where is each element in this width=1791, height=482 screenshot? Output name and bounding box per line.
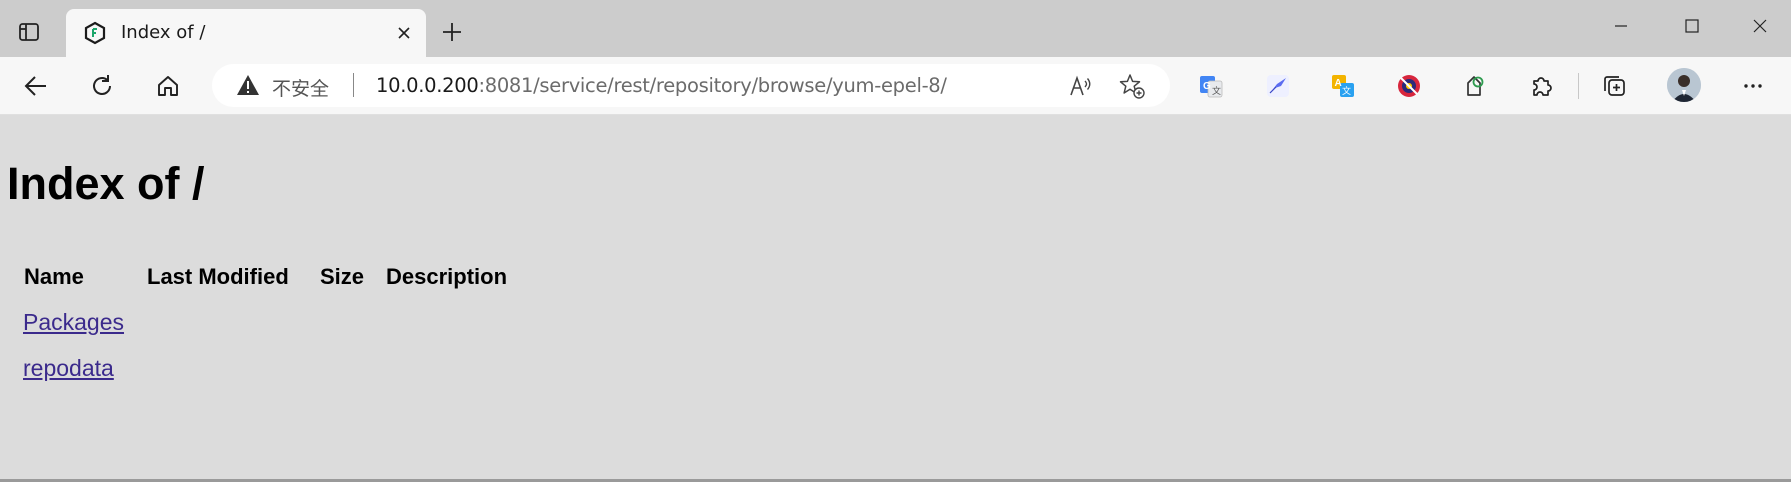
refresh-button[interactable] (83, 67, 121, 105)
profile-avatar[interactable] (1667, 68, 1701, 102)
feather-extension[interactable] (1261, 69, 1295, 103)
toolbar-divider (1578, 73, 1579, 99)
svg-text:文: 文 (1212, 85, 1221, 96)
refresh-icon (93, 75, 111, 95)
column-header-description: Description (386, 264, 508, 289)
home-button[interactable] (149, 67, 187, 105)
blocked-extension[interactable] (1392, 69, 1426, 103)
close-window-icon (1753, 19, 1767, 33)
maximize-icon (1685, 19, 1699, 33)
extensions-puzzle-icon (1533, 77, 1552, 96)
new-tab-button[interactable] (436, 16, 468, 48)
maximize-button[interactable] (1667, 10, 1717, 42)
favorite-star-add-icon (1119, 74, 1145, 99)
url-path: :8081/service/rest/repository/browse/yum… (478, 74, 947, 97)
more-horizontal-icon (1744, 84, 1762, 88)
translate-extension[interactable]: A 文 (1326, 69, 1360, 103)
plus-icon (443, 23, 461, 41)
translate-extension-icon: A 文 (1332, 75, 1354, 97)
column-header-size: Size (320, 264, 365, 289)
google-translate-icon: G 文 (1200, 76, 1223, 98)
svg-text:文: 文 (1342, 85, 1351, 97)
minimize-button[interactable] (1596, 10, 1646, 42)
home-icon (158, 76, 178, 96)
tag-extension-icon (1467, 76, 1484, 96)
tab-actions-icon (19, 23, 39, 41)
url-host: 10.0.0.200 (376, 74, 479, 97)
user-avatar-icon (1667, 68, 1701, 102)
back-button[interactable] (17, 67, 55, 105)
collections-icon (1604, 76, 1625, 96)
settings-more-button[interactable] (1736, 69, 1770, 103)
column-header-name: Name (24, 264, 84, 289)
collections-button[interactable] (1597, 69, 1631, 103)
tab-actions-button[interactable] (14, 17, 44, 47)
column-header-last-modified: Last Modified (147, 264, 289, 289)
extensions-button[interactable] (1524, 69, 1558, 103)
security-status-label[interactable]: 不安全 (272, 74, 329, 101)
tab-strip: Index of / (0, 0, 1791, 57)
nexus-repository-icon (84, 21, 106, 45)
tab-title: Index of / (121, 22, 206, 43)
read-aloud-button[interactable] (1065, 70, 1097, 102)
browser-toolbar: 不安全 10.0.0.200:8081/service/rest/reposit… (0, 57, 1791, 115)
feather-extension-icon (1267, 75, 1289, 97)
close-tab-button[interactable] (392, 21, 416, 45)
svg-text:A: A (1335, 78, 1342, 89)
tag-extension[interactable] (1458, 69, 1492, 103)
blocked-extension-icon (1398, 75, 1420, 97)
url-text[interactable]: 10.0.0.200:8081/service/rest/repository/… (376, 74, 947, 97)
directory-link-packages[interactable]: Packages (23, 309, 124, 336)
add-favorite-button[interactable] (1116, 70, 1148, 102)
svg-text:G: G (1203, 81, 1211, 92)
read-aloud-icon (1070, 75, 1091, 96)
minimize-icon (1615, 25, 1627, 27)
active-tab[interactable]: Index of / (66, 9, 426, 57)
back-arrow-icon (24, 76, 46, 96)
page-title: Index of / (7, 158, 205, 209)
address-bar[interactable]: 不安全 10.0.0.200:8081/service/rest/reposit… (212, 64, 1170, 107)
close-icon (398, 27, 410, 39)
google-translate-extension[interactable]: G 文 (1194, 69, 1228, 103)
address-separator (353, 73, 354, 97)
close-window-button[interactable] (1735, 10, 1785, 42)
directory-link-repodata[interactable]: repodata (23, 355, 114, 382)
warning-icon[interactable] (236, 74, 260, 96)
